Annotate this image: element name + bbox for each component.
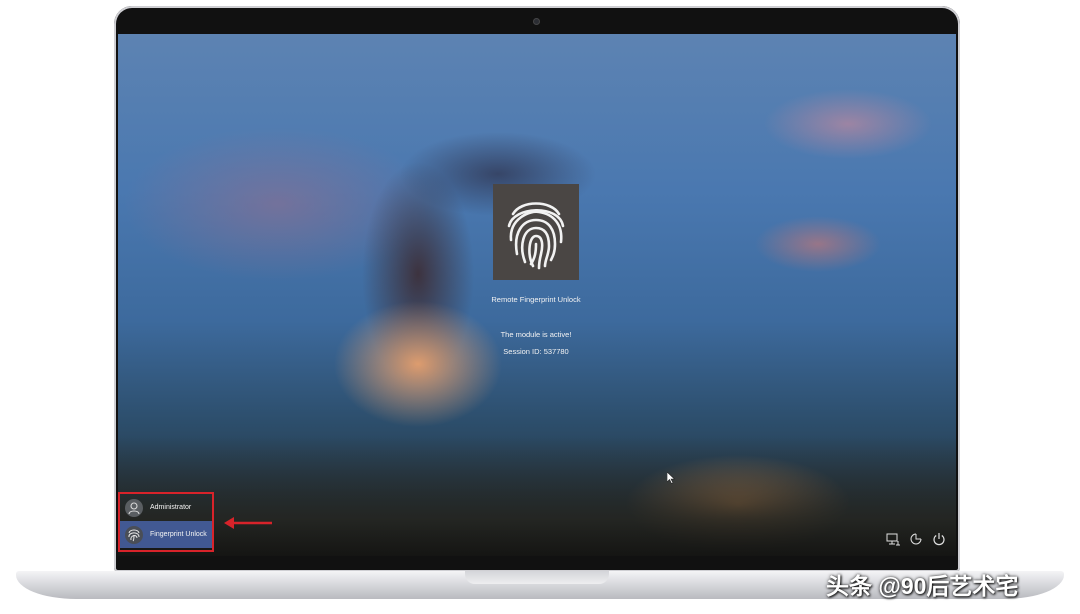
mouse-cursor-icon (667, 472, 675, 484)
fingerprint-icon (507, 202, 565, 270)
accessibility-icon[interactable] (909, 532, 923, 546)
session-id: Session ID: 537780 (503, 347, 569, 356)
background-ground (118, 436, 956, 556)
power-icon[interactable] (932, 532, 946, 546)
system-tray (886, 532, 946, 546)
network-icon[interactable] (886, 532, 900, 546)
arrow-icon (224, 517, 272, 529)
status-message: The module is active! (500, 330, 572, 339)
highlight-box (118, 492, 214, 552)
credential-title: Remote Fingerprint Unlock (491, 295, 581, 304)
webcam (533, 18, 540, 25)
fingerprint-tile[interactable] (493, 184, 579, 280)
lock-screen: Remote Fingerprint Unlock The module is … (118, 34, 956, 556)
watermark: 头条 @90后艺术宅 (826, 573, 1019, 599)
laptop-notch (465, 571, 609, 584)
